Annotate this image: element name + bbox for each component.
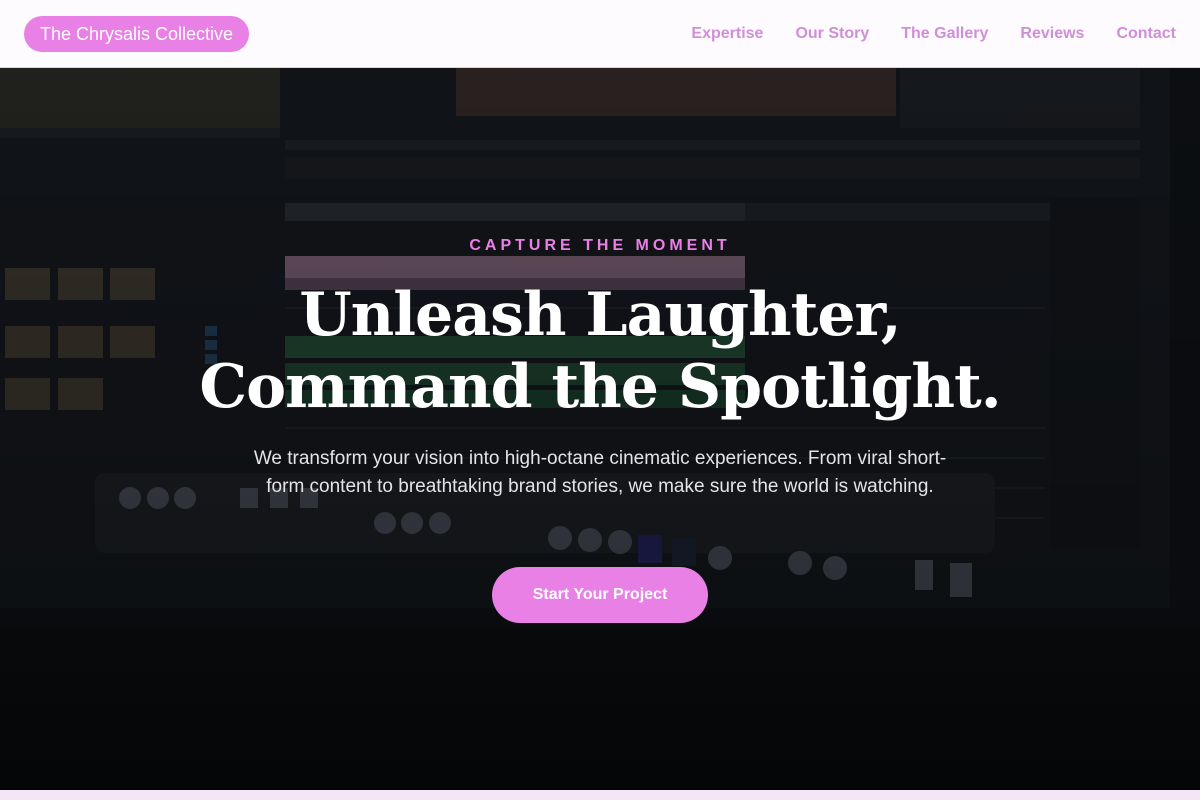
hero-headline-line-2: Command the Spotlight. [199,352,1001,422]
start-project-button[interactable]: Start Your Project [492,567,708,623]
nav-reviews[interactable]: Reviews [1020,25,1084,43]
hero-eyebrow: CAPTURE THE MOMENT [469,237,731,254]
nav-expertise[interactable]: Expertise [691,25,763,43]
main-nav: Expertise Our Story The Gallery Reviews … [691,25,1176,43]
site-header: The Chrysalis Collective Expertise Our S… [0,0,1200,68]
hero-headline: Unleash Laughter, Command the Spotlight. [0,279,1200,423]
brand-logo-button[interactable]: The Chrysalis Collective [24,15,250,52]
hero-section: CAPTURE THE MOMENT Unleash Laughter, Com… [0,68,1200,790]
nav-contact[interactable]: Contact [1116,25,1176,43]
nav-gallery[interactable]: The Gallery [901,25,988,43]
nav-our-story[interactable]: Our Story [795,25,869,43]
hero-headline-line-1: Unleash Laughter, [299,280,901,350]
hero-content: CAPTURE THE MOMENT Unleash Laughter, Com… [0,68,1200,790]
next-section-edge [0,790,1200,800]
hero-subtitle: We transform your vision into high-octan… [253,448,947,497]
